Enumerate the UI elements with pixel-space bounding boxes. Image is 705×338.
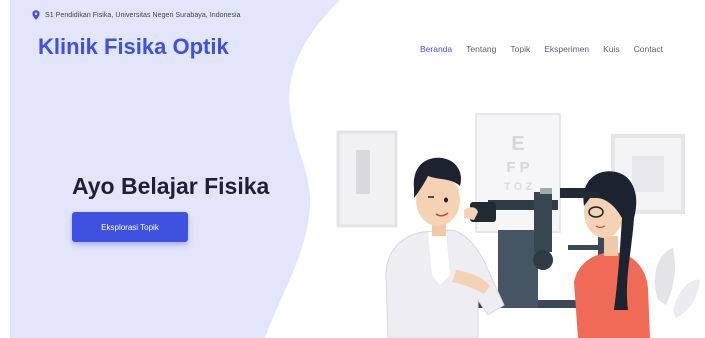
eye-chart-row-2: F P (506, 159, 529, 176)
main-nav: Beranda Tentang Topik Eksperimen Kuis Co… (420, 44, 663, 54)
slit-lamp-base (498, 230, 538, 308)
patient-shirt (574, 252, 650, 338)
site-logo[interactable]: Klinik Fisika Optik (38, 34, 229, 60)
nav-item-beranda[interactable]: Beranda (420, 44, 452, 54)
nav-item-tentang[interactable]: Tentang (466, 44, 496, 54)
top-info-bar: S1 Pendidikan Fisika, Universitas Negeri… (10, 0, 340, 30)
nav-item-eksperimen[interactable]: Eksperimen (544, 44, 589, 54)
hero-title: Ayo Belajar Fisika (72, 173, 270, 199)
eye-exam-illustration: E F P T O Z (336, 113, 700, 338)
nav-item-topik[interactable]: Topik (510, 44, 530, 54)
explore-topics-button[interactable]: Eksplorasi Topik (72, 212, 188, 242)
eye-chart-row-3: T O Z (504, 181, 532, 193)
nav-item-kuis[interactable]: Kuis (603, 44, 620, 54)
plant-leaf (654, 248, 676, 305)
location-pin-icon (32, 10, 40, 20)
address-text: S1 Pendidikan Fisika, Universitas Negeri… (45, 11, 241, 19)
nav-item-contact[interactable]: Contact (634, 44, 663, 54)
page: S1 Pendidikan Fisika, Universitas Negeri… (10, 0, 705, 338)
eye-chart-row-1: E (511, 133, 524, 155)
